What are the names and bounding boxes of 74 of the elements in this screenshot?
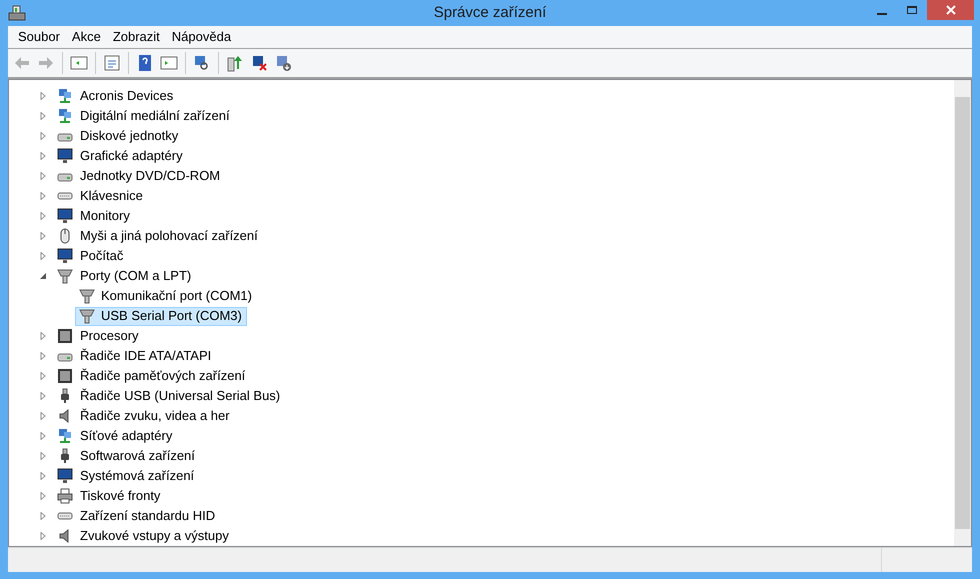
device-manager-icon — [8, 4, 26, 22]
expand-arrow-icon[interactable] — [39, 212, 47, 220]
chip-icon — [57, 368, 73, 384]
monitor-icon — [57, 208, 73, 224]
tree-item[interactable]: Řadiče USB (Universal Serial Bus) — [79, 386, 282, 406]
expand-arrow-icon[interactable] — [39, 352, 47, 360]
monitor-icon — [57, 148, 73, 164]
expand-arrow-icon[interactable] — [39, 172, 47, 180]
tree-item[interactable]: Diskové jednotky — [79, 126, 180, 146]
network-icon — [57, 88, 73, 104]
update-driver-icon — [226, 54, 244, 72]
disable-device-icon — [250, 54, 268, 72]
tree-item[interactable]: Digitální mediální zařízení — [79, 106, 231, 126]
expand-arrow-icon[interactable] — [39, 232, 47, 240]
uninstall-device-icon — [274, 54, 292, 72]
port-icon — [79, 288, 95, 304]
expand-arrow-icon[interactable] — [39, 412, 47, 420]
tree-item[interactable]: Řadiče paměťových zařízení — [79, 366, 246, 386]
expand-arrow-icon[interactable] — [39, 392, 47, 400]
printer-icon — [57, 488, 73, 504]
tree-item[interactable]: Síťové adaptéry — [79, 426, 174, 446]
tree-item[interactable]: Klávesnice — [79, 186, 144, 206]
tree-item[interactable]: Softwarová zařízení — [79, 446, 196, 466]
menu-item[interactable]: Zobrazit — [106, 27, 166, 47]
expand-arrow-icon[interactable] — [39, 112, 47, 120]
expand-arrow-icon[interactable] — [39, 452, 47, 460]
action-pane-icon — [160, 54, 178, 72]
expand-arrow-icon[interactable] — [39, 192, 47, 200]
tree-item[interactable]: Tiskové fronty — [79, 486, 162, 506]
network-icon — [57, 108, 73, 124]
tree-item[interactable]: Porty (COM a LPT) — [79, 266, 192, 286]
tree-item[interactable]: Monitory — [79, 206, 131, 226]
port-icon — [79, 308, 95, 324]
tree-item[interactable]: Systémová zařízení — [79, 466, 196, 486]
expand-arrow-icon[interactable] — [39, 372, 47, 380]
expand-arrow-icon[interactable] — [39, 332, 47, 340]
properties-icon — [103, 54, 121, 72]
tree-item[interactable]: Zvukové vstupy a výstupy — [79, 526, 230, 546]
monitor-icon — [57, 248, 73, 264]
menu-item[interactable]: Nápověda — [166, 27, 238, 47]
network-icon — [57, 428, 73, 444]
tree-item[interactable]: Myši a jiná polohovací zařízení — [79, 226, 259, 246]
close-icon — [946, 5, 956, 15]
tree-item[interactable]: Řadiče zvuku, videa a her — [79, 406, 231, 426]
expand-arrow-icon[interactable] — [39, 512, 47, 520]
tree-item[interactable]: Zařízení standardu HID — [79, 506, 216, 526]
chip-icon — [57, 328, 73, 344]
tree-item[interactable]: Počítač — [79, 246, 124, 266]
monitor-icon — [57, 468, 73, 484]
tree-item[interactable]: Komunikační port (COM1) — [75, 286, 257, 306]
window-title: Správce zařízení — [434, 2, 546, 23]
expand-arrow-icon[interactable] — [39, 152, 47, 160]
scrollbar[interactable] — [954, 80, 971, 546]
console-tree-icon — [70, 54, 88, 72]
forward-arrow-icon — [37, 54, 55, 72]
help-icon — [136, 54, 154, 72]
menu-item[interactable]: Soubor — [12, 27, 66, 47]
expand-arrow-icon[interactable] — [39, 252, 47, 260]
collapse-arrow-icon[interactable] — [39, 272, 47, 280]
tree-item[interactable]: Řadiče IDE ATA/ATAPI — [79, 346, 212, 366]
expand-arrow-icon[interactable] — [39, 92, 47, 100]
tree-item[interactable]: Acronis Devices — [79, 86, 174, 106]
expand-arrow-icon[interactable] — [39, 492, 47, 500]
expand-arrow-icon[interactable] — [39, 132, 47, 140]
tree-item[interactable]: USB Serial Port (COM3) — [75, 306, 247, 326]
close-button[interactable] — [927, 0, 974, 20]
tree-item[interactable]: Procesory — [79, 326, 140, 346]
expand-arrow-icon[interactable] — [39, 472, 47, 480]
tree-item[interactable]: Jednotky DVD/CD-ROM — [79, 166, 222, 186]
expand-arrow-icon[interactable] — [39, 432, 47, 440]
expand-arrow-icon[interactable] — [39, 532, 47, 540]
menu-item[interactable]: Akce — [66, 27, 107, 47]
port-icon — [57, 268, 73, 284]
tree-item[interactable]: Grafické adaptéry — [79, 146, 184, 166]
